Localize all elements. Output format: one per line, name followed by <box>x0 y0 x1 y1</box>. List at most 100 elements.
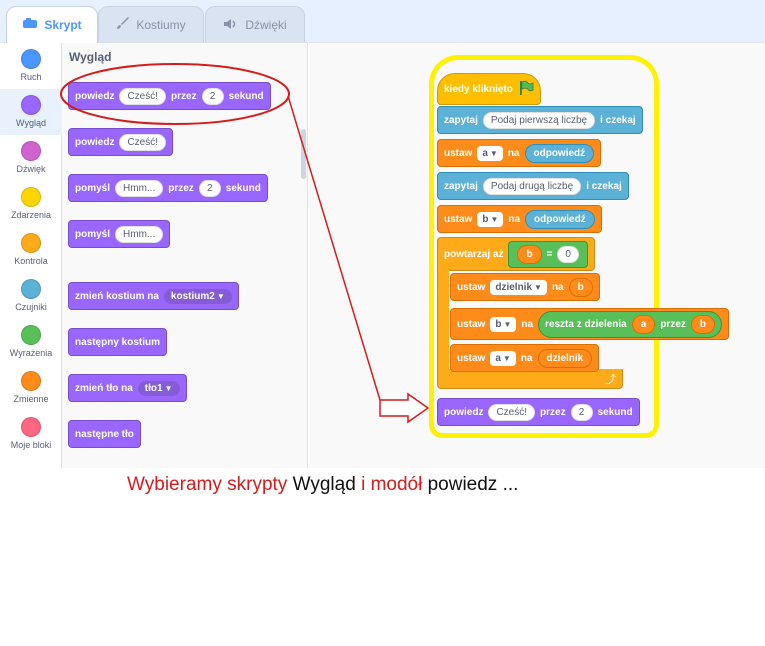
variable-dropdown[interactable]: b ▼ <box>490 316 517 332</box>
variable-reporter-dzielnik[interactable]: dzielnik <box>537 348 593 368</box>
block-label: następne tło <box>75 428 134 440</box>
operator-label: = <box>546 248 553 260</box>
block-label: zmień kostium na <box>75 290 159 302</box>
block-label: na <box>507 147 520 159</box>
think-for-secs-block[interactable]: pomyśl Hmm... przez 2 sekund <box>68 174 268 202</box>
say-for-secs-block[interactable]: powiedz Cześć! przez 2 sekund <box>437 398 640 426</box>
seconds-input[interactable]: 2 <box>201 87 224 105</box>
repeat-until-header[interactable]: powtarzaj aż b = 0 <box>437 237 595 271</box>
category-label: Wyrażenia <box>9 348 53 358</box>
answer-reporter[interactable]: odpowiedź <box>525 209 595 229</box>
loop-arrow-icon: ⤴ <box>605 374 616 386</box>
tab-code-label: Skrypt <box>44 18 82 32</box>
variable-reporter-a[interactable]: a <box>631 314 656 334</box>
when-flag-clicked-block[interactable]: kiedy kliknięto <box>437 73 541 105</box>
speaker-icon <box>223 17 239 33</box>
category-operators[interactable]: Wyrażenia <box>0 319 62 365</box>
block-label: na <box>551 281 564 293</box>
equals-operator[interactable]: b = 0 <box>508 240 588 268</box>
block-label: na <box>508 213 521 225</box>
block-label: zmień tło na <box>75 382 133 394</box>
palette-scrollbar[interactable] <box>301 129 306 179</box>
block-label: na <box>520 352 533 364</box>
category-label: Czujniki <box>15 302 47 312</box>
green-flag-icon <box>518 80 534 99</box>
dropdown-value: tło1 <box>144 382 163 394</box>
block-label: ustaw <box>457 352 486 364</box>
mod-operator[interactable]: reszta z dzielenia a przez b <box>538 310 722 338</box>
number-input[interactable]: 0 <box>557 245 579 263</box>
dropdown-value: dzielnik <box>495 281 533 293</box>
message-input[interactable]: Cześć! <box>488 403 536 421</box>
question-input[interactable]: Podaj drugą liczbę <box>482 177 582 195</box>
message-input[interactable]: Cześć! <box>119 133 167 151</box>
question-input[interactable]: Podaj pierwszą liczbę <box>482 111 596 129</box>
variable-dropdown[interactable]: b ▼ <box>477 211 504 227</box>
set-variable-block[interactable]: ustaw b ▼ na odpowiedź <box>437 205 602 233</box>
variable-reporter-b[interactable]: b <box>517 244 542 264</box>
say-block[interactable]: powiedz Cześć! <box>68 128 174 156</box>
block-label: powiedz <box>75 136 115 148</box>
ask-and-wait-block[interactable]: zapytaj Podaj drugą liczbę i czekaj <box>437 172 629 200</box>
tab-sounds[interactable]: Dźwięki <box>205 6 305 42</box>
set-variable-block[interactable]: ustaw dzielnik ▼ na b <box>450 273 600 301</box>
variable-dropdown[interactable]: a ▼ <box>490 350 516 366</box>
variable-reporter-b[interactable]: b <box>568 277 593 297</box>
operator-label: przez <box>660 318 686 330</box>
say-for-secs-block[interactable]: powiedz Cześć! przez 2 sekund <box>68 82 271 110</box>
set-variable-block[interactable]: ustaw b ▼ na reszta z dzielenia a przez b <box>450 308 729 340</box>
block-label: powiedz <box>444 406 484 418</box>
variable-dropdown[interactable]: a ▼ <box>477 145 503 161</box>
block-palette: Wygląd powiedz Cześć! przez 2 sekund pow… <box>62 42 308 468</box>
category-looks[interactable]: Wygląd <box>0 89 62 135</box>
category-sound[interactable]: Dźwięk <box>0 135 62 181</box>
seconds-input[interactable]: 2 <box>570 403 593 421</box>
category-motion[interactable]: Ruch <box>0 43 62 89</box>
operators-category-icon <box>21 325 41 345</box>
block-label: ustaw <box>444 213 473 225</box>
chevron-down-icon: ▼ <box>216 291 225 301</box>
block-label: pomyśl <box>75 228 111 240</box>
block-label: na <box>521 318 534 330</box>
switch-backdrop-block[interactable]: zmień tło na tło1 ▼ <box>68 374 187 402</box>
chevron-down-icon: ▼ <box>490 214 499 224</box>
message-input[interactable]: Cześć! <box>119 87 167 105</box>
ask-and-wait-block[interactable]: zapytaj Podaj pierwszą liczbę i czekaj <box>437 106 643 134</box>
message-input[interactable]: Hmm... <box>115 179 164 197</box>
tab-costumes-label: Kostiumy <box>136 17 186 32</box>
think-block[interactable]: pomyśl Hmm... <box>68 220 171 248</box>
set-variable-block[interactable]: ustaw a ▼ na dzielnik <box>450 344 600 372</box>
backdrop-dropdown[interactable]: tło1 ▼ <box>137 380 180 396</box>
set-variable-block[interactable]: ustaw a ▼ na odpowiedź <box>437 139 602 167</box>
variable-dropdown[interactable]: dzielnik ▼ <box>490 279 547 295</box>
category-events[interactable]: Zdarzenia <box>0 181 62 227</box>
sound-category-icon <box>21 141 41 161</box>
sensing-category-icon <box>21 279 41 299</box>
tab-costumes[interactable]: Kostiumy <box>98 6 204 42</box>
seconds-input[interactable]: 2 <box>198 179 221 197</box>
dropdown-value: b <box>482 213 489 225</box>
switch-costume-block[interactable]: zmień kostium na kostium2 ▼ <box>68 282 239 310</box>
palette-section-title: Wygląd <box>69 50 112 64</box>
next-costume-block[interactable]: następny kostium <box>68 328 168 356</box>
repeat-until-footer: ⤴ <box>437 369 623 389</box>
tab-code[interactable]: Skrypt <box>6 6 98 43</box>
dropdown-value: a <box>495 352 501 364</box>
block-label: ustaw <box>457 281 486 293</box>
block-label: sekund <box>225 182 261 194</box>
category-control[interactable]: Kontrola <box>0 227 62 273</box>
category-menu: Ruch Wygląd Dźwięk Zdarzenia Kontrola Cz… <box>0 42 62 468</box>
category-my-blocks[interactable]: Moje bloki <box>0 411 62 457</box>
tab-sounds-label: Dźwięki <box>245 17 287 32</box>
category-variables[interactable]: Zmienne <box>0 365 62 411</box>
category-sensing[interactable]: Czujniki <box>0 273 62 319</box>
answer-reporter[interactable]: odpowiedź <box>524 143 595 163</box>
block-label: pomyśl <box>75 182 111 194</box>
next-backdrop-block[interactable]: następne tło <box>68 420 141 448</box>
variable-reporter-b[interactable]: b <box>690 314 715 334</box>
message-input[interactable]: Hmm... <box>115 225 164 243</box>
block-label: i czekaj <box>586 180 622 192</box>
costume-dropdown[interactable]: kostium2 ▼ <box>163 288 232 304</box>
dropdown-value: b <box>495 318 502 330</box>
variables-category-icon <box>21 371 41 391</box>
